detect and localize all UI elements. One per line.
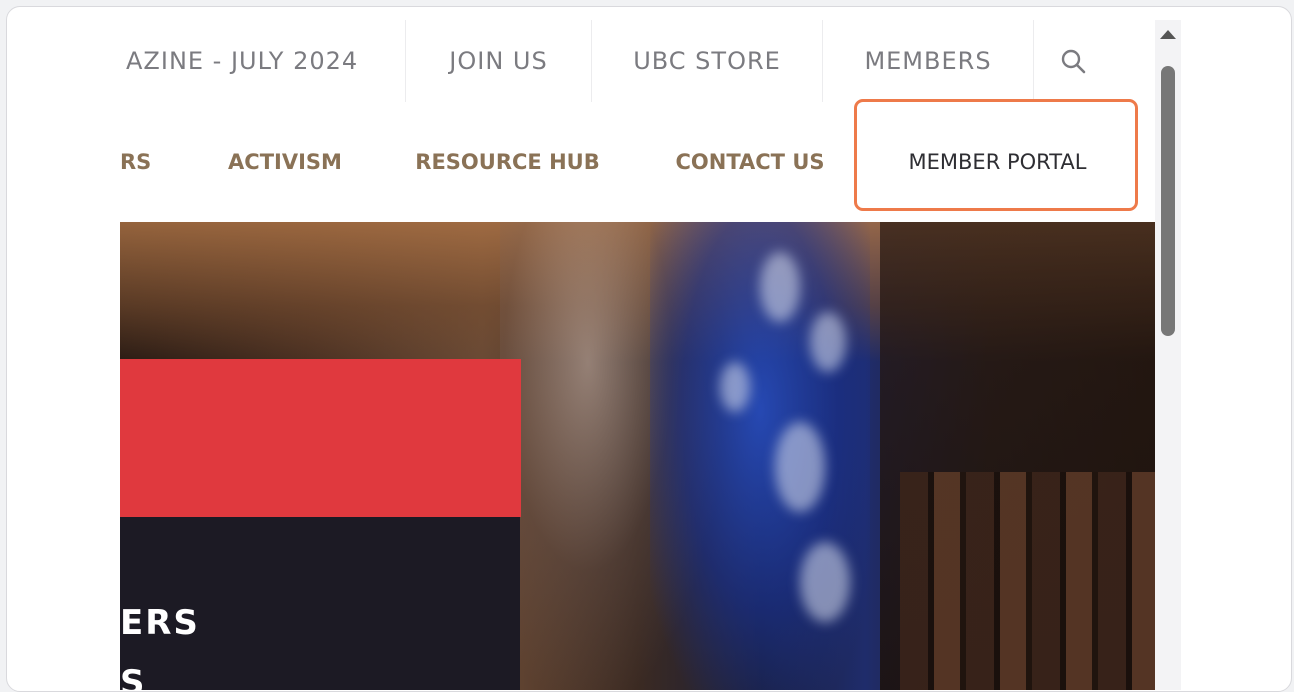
hero-bokeh <box>775 422 825 512</box>
hero-banner-image: ERS S <box>120 222 1155 690</box>
topbar-link-magazine[interactable]: AZINE - JULY 2024 <box>120 20 411 102</box>
hero-bokeh <box>810 312 846 372</box>
screenshot-frame: AZINE - JULY 2024 JOIN US UBC STORE MEMB… <box>6 6 1292 692</box>
browser-viewport: AZINE - JULY 2024 JOIN US UBC STORE MEMB… <box>120 20 1155 690</box>
nav-item-resource-hub[interactable]: RESOURCE HUB <box>405 102 610 222</box>
hero-bokeh <box>760 252 800 322</box>
nav-item-member-portal[interactable]: MEMBER PORTAL <box>870 102 1125 222</box>
topbar-link-members[interactable]: MEMBERS <box>823 20 1033 102</box>
hero-headline-line1: ERS <box>120 603 200 643</box>
hero-books-spines <box>900 472 1155 690</box>
nav-item-contact-us[interactable]: CONTACT US <box>660 102 840 222</box>
scroll-thumb[interactable] <box>1161 66 1175 336</box>
search-icon <box>1061 49 1086 74</box>
hero-headline-line2: S <box>120 663 147 690</box>
nav-item-partial[interactable]: RS <box>120 102 160 222</box>
search-button[interactable] <box>1054 42 1094 82</box>
hero-bokeh <box>720 362 750 412</box>
hero-red-banner <box>120 359 521 517</box>
hero-dark-panel <box>120 512 520 690</box>
scroll-up-arrow-icon[interactable] <box>1160 30 1176 39</box>
topbar-link-ubc-store[interactable]: UBC STORE <box>592 20 822 102</box>
nav-item-activism[interactable]: ACTIVISM <box>210 102 360 222</box>
topbar-link-join-us[interactable]: JOIN US <box>406 20 591 102</box>
topbar-divider <box>1033 20 1034 102</box>
top-utility-bar: AZINE - JULY 2024 JOIN US UBC STORE MEMB… <box>120 20 1155 102</box>
main-navigation: RS ACTIVISM RESOURCE HUB CONTACT US MEMB… <box>120 102 1155 222</box>
vertical-scrollbar[interactable] <box>1155 20 1181 690</box>
hero-bokeh <box>800 542 850 622</box>
